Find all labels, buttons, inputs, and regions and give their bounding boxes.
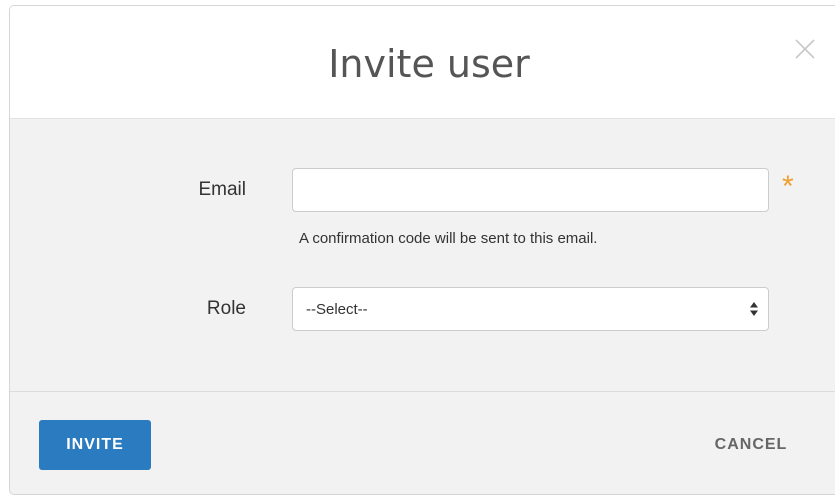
select-arrows-icon xyxy=(750,302,758,316)
email-label: Email xyxy=(198,179,246,200)
email-field[interactable] xyxy=(292,168,769,212)
required-marker: * xyxy=(782,170,794,203)
role-select-value: --Select-- xyxy=(306,301,368,318)
footer-divider xyxy=(10,391,835,392)
dialog-header: Invite user xyxy=(10,6,835,119)
cancel-button[interactable]: CANCEL xyxy=(696,426,806,464)
close-icon[interactable] xyxy=(792,36,818,62)
invite-user-dialog: Invite user Email * A confirmation code … xyxy=(9,5,835,495)
role-select[interactable]: --Select-- xyxy=(292,287,769,331)
email-help-text: A confirmation code will be sent to this… xyxy=(299,230,598,247)
invite-button[interactable]: INVITE xyxy=(39,420,151,470)
dialog-title: Invite user xyxy=(328,42,530,86)
role-label: Role xyxy=(206,298,246,319)
